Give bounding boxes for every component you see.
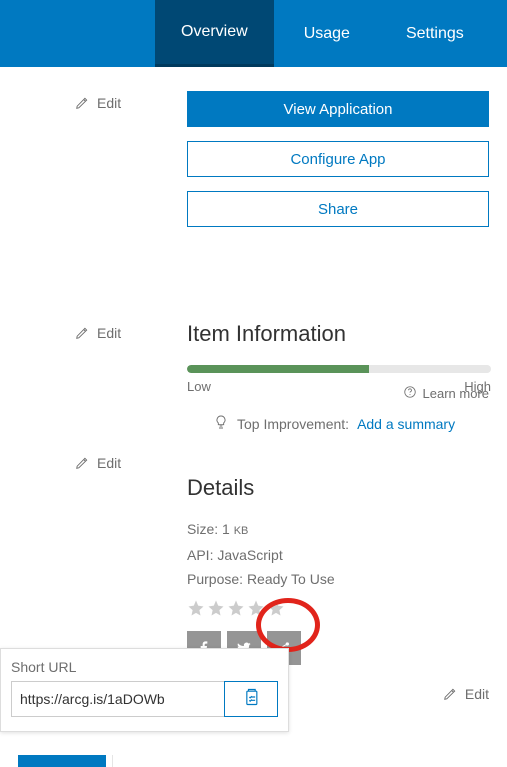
star-icon bbox=[267, 599, 285, 617]
edit-action-2[interactable]: Edit bbox=[15, 321, 187, 341]
top-improvement: Top Improvement: Add a summary bbox=[187, 414, 492, 433]
api-label: API: bbox=[187, 547, 213, 563]
size-unit: KB bbox=[234, 525, 249, 537]
pencil-icon bbox=[75, 456, 89, 470]
footer-divider bbox=[112, 755, 113, 767]
pencil-icon bbox=[75, 96, 89, 110]
detail-api: API: JavaScript bbox=[187, 543, 492, 567]
clipboard-icon bbox=[241, 687, 261, 712]
star-icon bbox=[207, 599, 225, 617]
top-nav: Overview Usage Settings bbox=[0, 0, 507, 67]
edit-label: Edit bbox=[97, 325, 121, 341]
rating-stars[interactable] bbox=[187, 599, 492, 617]
star-icon bbox=[187, 599, 205, 617]
api-value: JavaScript bbox=[217, 547, 282, 563]
item-info-title: Item Information bbox=[187, 321, 492, 347]
short-url-input[interactable] bbox=[11, 681, 224, 717]
pencil-icon bbox=[75, 326, 89, 340]
star-icon bbox=[247, 599, 265, 617]
details-title: Details bbox=[187, 475, 492, 501]
footer-accent bbox=[18, 755, 106, 767]
nav-spacer bbox=[0, 0, 155, 67]
top-improvement-label: Top Improvement: bbox=[237, 416, 349, 432]
help-icon bbox=[403, 385, 417, 402]
copy-url-button[interactable] bbox=[224, 681, 278, 717]
tab-usage[interactable]: Usage bbox=[274, 0, 380, 67]
learn-more-label: Learn more bbox=[423, 386, 489, 401]
item-info-progress bbox=[187, 365, 491, 373]
purpose-value: Ready To Use bbox=[247, 571, 335, 587]
lightbulb-icon bbox=[213, 414, 229, 433]
tab-settings[interactable]: Settings bbox=[380, 0, 490, 67]
tab-overview[interactable]: Overview bbox=[155, 0, 274, 67]
edit-label: Edit bbox=[97, 455, 121, 471]
item-info-progress-fill bbox=[187, 365, 369, 373]
star-icon bbox=[227, 599, 245, 617]
share-button[interactable]: Share bbox=[187, 191, 489, 227]
size-label: Size: bbox=[187, 521, 218, 537]
view-application-button[interactable]: View Application bbox=[187, 91, 489, 127]
progress-low-label: Low bbox=[187, 379, 211, 394]
edit-action-4[interactable]: Edit bbox=[443, 686, 489, 702]
short-url-popover: Short URL bbox=[0, 648, 289, 732]
edit-label: Edit bbox=[97, 95, 121, 111]
learn-more-link[interactable]: Learn more bbox=[403, 385, 489, 402]
detail-size: Size: 1 KB bbox=[187, 517, 492, 543]
edit-label: Edit bbox=[465, 686, 489, 702]
short-url-title: Short URL bbox=[11, 659, 278, 675]
configure-app-button[interactable]: Configure App bbox=[187, 141, 489, 177]
size-value: 1 bbox=[222, 521, 230, 537]
edit-action-3[interactable]: Edit bbox=[15, 451, 187, 471]
edit-action-1[interactable]: Edit bbox=[15, 67, 187, 111]
add-summary-link[interactable]: Add a summary bbox=[357, 416, 455, 432]
detail-purpose: Purpose: Ready To Use bbox=[187, 567, 492, 591]
pencil-icon bbox=[443, 687, 457, 701]
purpose-label: Purpose: bbox=[187, 571, 243, 587]
